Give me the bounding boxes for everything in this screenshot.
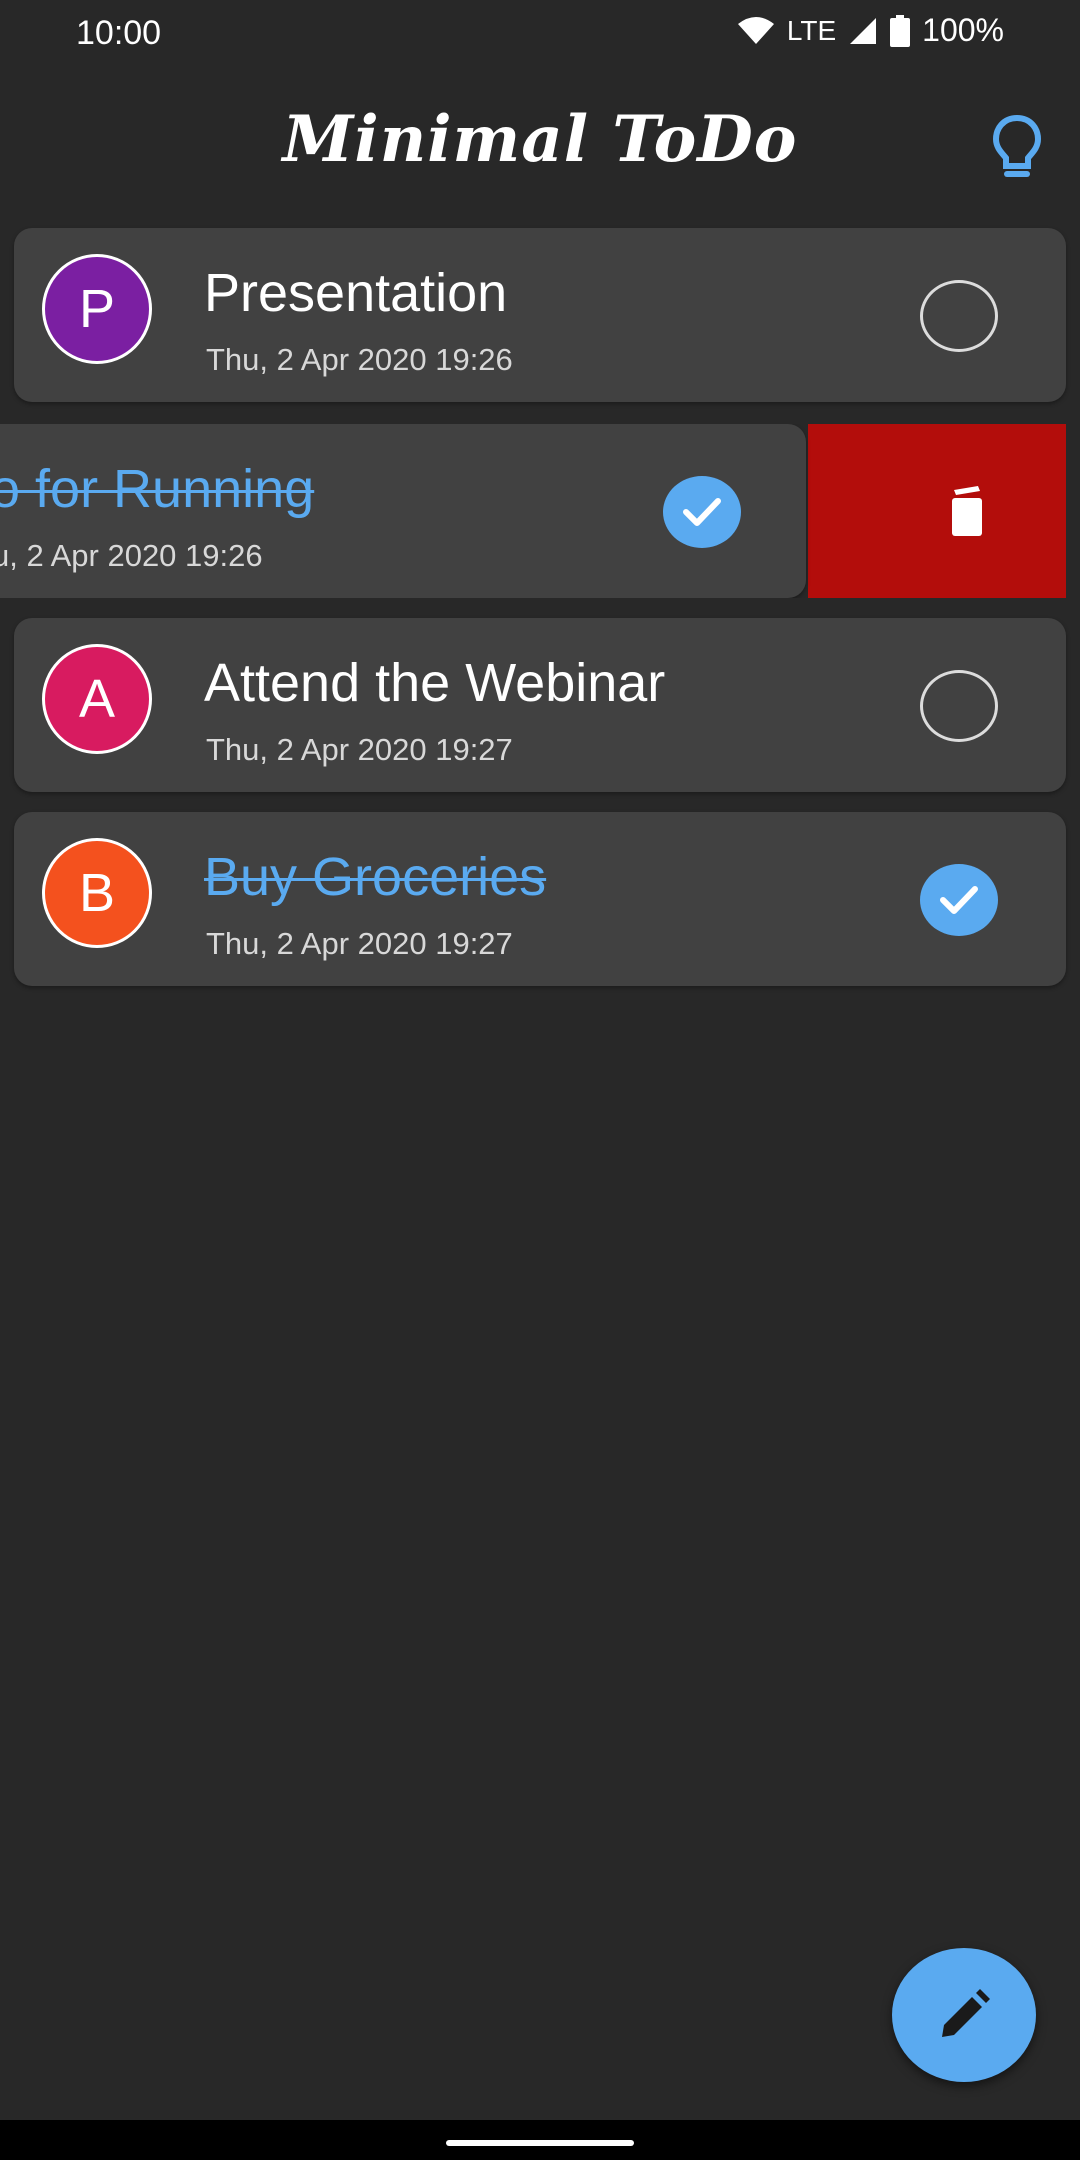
delete-swipe-action[interactable]	[808, 424, 1066, 598]
task-complete-checkbox[interactable]	[663, 476, 741, 548]
battery-icon	[890, 14, 911, 47]
status-bar: 10:00 LTE 100%	[0, 0, 1080, 72]
task-date: Thu, 2 Apr 2020 19:26	[206, 342, 513, 377]
network-type-label: LTE	[786, 14, 837, 46]
task-complete-checkbox[interactable]	[920, 670, 998, 742]
task-avatar: A	[42, 644, 152, 754]
lightbulb-icon	[992, 114, 1042, 177]
navigation-bar	[0, 2120, 1080, 2160]
cell-signal-icon	[850, 17, 877, 44]
task-title: Buy Groceries	[204, 847, 547, 907]
status-time: 10:00	[76, 14, 162, 52]
pencil-icon	[942, 1989, 990, 2037]
task-complete-checkbox[interactable]	[920, 280, 998, 352]
task-title: Attend the Webinar	[204, 653, 666, 713]
task-date: Thu, 2 Apr 2020 19:27	[206, 926, 513, 961]
task-date: Thu, 2 Apr 2020 19:27	[206, 732, 513, 767]
task-title: o for Running	[0, 459, 315, 519]
battery-percent: 100%	[922, 12, 1004, 48]
add-task-button[interactable]	[892, 1948, 1036, 2082]
checkmark-icon	[940, 886, 978, 914]
task-card[interactable]: o for Running u, 2 Apr 2020 19:26	[0, 424, 806, 598]
task-card[interactable]: A Attend the Webinar Thu, 2 Apr 2020 19:…	[14, 618, 1066, 792]
theme-toggle-button[interactable]	[990, 112, 1044, 182]
trash-icon	[952, 486, 982, 536]
checkmark-icon	[683, 498, 721, 526]
task-avatar: B	[42, 838, 152, 948]
task-complete-checkbox[interactable]	[920, 864, 998, 936]
task-avatar: P	[42, 254, 152, 364]
task-title: Presentation	[204, 263, 508, 323]
task-date: u, 2 Apr 2020 19:26	[0, 538, 263, 573]
home-gesture-handle[interactable]	[446, 2140, 634, 2146]
swiped-task-row: o for Running u, 2 Apr 2020 19:26	[0, 424, 1080, 598]
task-card[interactable]: P Presentation Thu, 2 Apr 2020 19:26	[14, 228, 1066, 402]
wifi-icon	[737, 16, 774, 44]
task-card[interactable]: B Buy Groceries Thu, 2 Apr 2020 19:27	[14, 812, 1066, 986]
status-icons: LTE 100%	[737, 12, 1004, 49]
app-title: Minimal ToDo	[282, 102, 798, 177]
app-bar: Minimal ToDo	[0, 72, 1080, 222]
